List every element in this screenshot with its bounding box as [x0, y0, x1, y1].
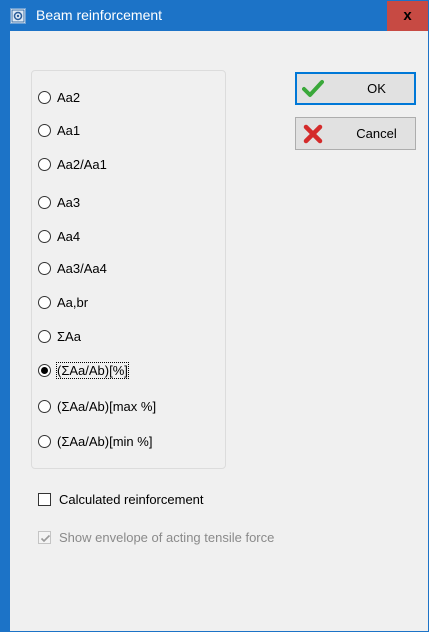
radio-button[interactable] [38, 196, 51, 209]
radio-selected-dot [41, 367, 48, 374]
ok-button[interactable]: OK [295, 72, 416, 105]
app-icon [10, 8, 26, 24]
close-button[interactable]: x [387, 1, 428, 31]
calculated-reinforcement-checkbox[interactable] [38, 493, 51, 506]
radio-button[interactable] [38, 296, 51, 309]
radio-button[interactable] [38, 435, 51, 448]
radio-label: Aa3/Aa4 [57, 261, 107, 276]
radio-button[interactable] [38, 158, 51, 171]
radio-label: Aa2 [57, 90, 81, 105]
checkbox-label: Show envelope of acting tensile force [59, 530, 275, 545]
radio-label: (ΣAa/Ab)[%] [56, 362, 129, 379]
close-icon: x [403, 7, 412, 24]
window-left-border [1, 31, 10, 631]
radio-label: Aa2/Aa1 [57, 157, 107, 172]
radio-label: ΣAa [57, 329, 81, 344]
title-bar[interactable]: Beam reinforcement x [1, 1, 428, 31]
radio-button[interactable] [38, 400, 51, 413]
window-title: Beam reinforcement [36, 7, 163, 23]
cancel-button-label: Cancel [356, 126, 397, 141]
radio-button[interactable] [38, 124, 51, 137]
show-envelope-checkbox [38, 531, 51, 544]
radio-button-selected[interactable] [38, 364, 51, 377]
beam-reinforcement-dialog: Beam reinforcement x Aa2 Aa1 Aa2/Aa1 Aa3… [0, 0, 429, 632]
ok-button-label: OK [367, 81, 386, 96]
x-icon [302, 123, 324, 145]
radio-label: (ΣAa/Ab)[max %] [57, 399, 157, 414]
radio-button[interactable] [38, 91, 51, 104]
radio-button[interactable] [38, 330, 51, 343]
radio-button[interactable] [38, 230, 51, 243]
checkbox-label: Calculated reinforcement [59, 492, 204, 507]
cancel-button[interactable]: Cancel [295, 117, 416, 150]
radio-label: Aa1 [57, 123, 81, 138]
radio-label: Aa3 [57, 195, 81, 210]
radio-button[interactable] [38, 262, 51, 275]
radio-label: (ΣAa/Ab)[min %] [57, 434, 153, 449]
radio-label: Aa,br [57, 295, 89, 310]
checkmark-icon [302, 78, 324, 100]
radio-label: Aa4 [57, 229, 81, 244]
checkmark-icon [40, 534, 51, 543]
